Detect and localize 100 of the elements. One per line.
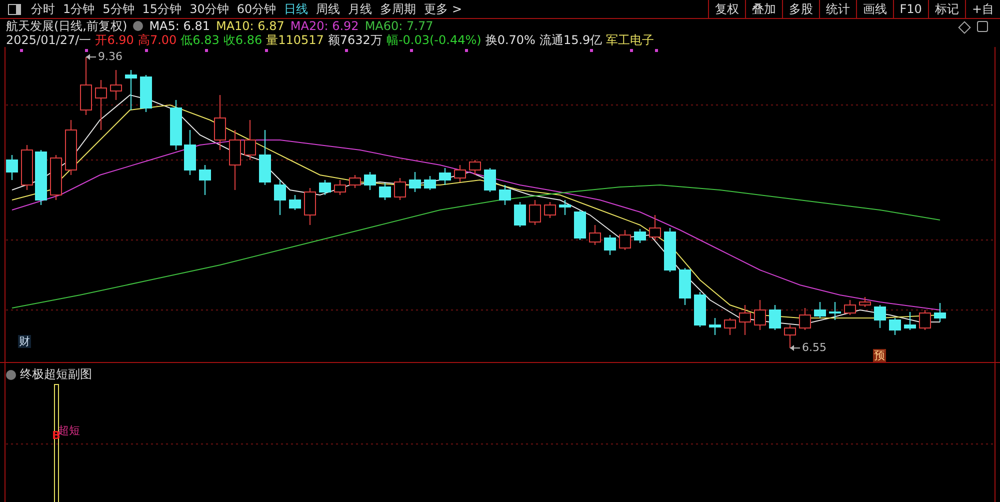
candlestick	[784, 324, 796, 348]
candlestick	[304, 188, 316, 226]
period-tab[interactable]: 更多 >	[420, 0, 466, 18]
candlestick	[229, 130, 241, 190]
ma-value: MA5: 6.81	[149, 19, 210, 33]
candlestick	[739, 304, 751, 336]
candlestick	[319, 180, 331, 196]
ma-value: MA20: 6.92	[290, 19, 359, 33]
candlestick	[454, 164, 466, 182]
candlestick	[244, 120, 256, 160]
candlestick	[289, 194, 301, 210]
ma-value: MA10: 6.87	[216, 19, 284, 33]
chevron-icon[interactable]	[6, 370, 16, 380]
quote-value: 军工电子	[606, 33, 654, 47]
candlestick	[919, 310, 931, 330]
candlestick	[65, 120, 77, 176]
candlestick	[859, 296, 871, 308]
tool-button[interactable]: +自	[964, 0, 1000, 18]
tool-button[interactable]: 画线	[856, 0, 893, 18]
candlestick	[199, 164, 211, 196]
tool-button[interactable]: 复权	[708, 0, 745, 18]
high-price-label: 9.36	[98, 50, 122, 63]
candlestick	[6, 154, 18, 180]
tool-button[interactable]: 标记	[928, 0, 965, 18]
period-tab[interactable]: 5分钟	[98, 0, 138, 18]
candlestick	[110, 70, 122, 100]
period-tab[interactable]: 15分钟	[138, 0, 186, 18]
candlestick	[439, 168, 451, 186]
low-price-label: 6.55	[802, 341, 826, 354]
candlestick	[799, 308, 811, 330]
candlestick	[529, 200, 541, 226]
high-arrow-icon	[86, 54, 96, 60]
candlestick	[80, 56, 92, 116]
candlestick	[619, 230, 631, 250]
candlestick	[514, 202, 526, 228]
candlestick	[679, 268, 691, 306]
candlestick	[889, 318, 901, 336]
panel-icon[interactable]	[977, 21, 988, 32]
period-tab[interactable]: 30分钟	[186, 0, 233, 18]
candlestick	[50, 154, 62, 200]
candlestick	[499, 184, 511, 206]
candlestick	[379, 182, 391, 200]
quote-value: 幅-0.03(-0.44%)	[386, 33, 482, 47]
period-tab[interactable]: 多周期	[376, 0, 420, 18]
quote-value: 收6.86	[223, 33, 262, 47]
candlestick	[709, 318, 721, 336]
candlestick	[349, 174, 361, 188]
candlestick	[604, 234, 616, 256]
period-tab[interactable]: 60分钟	[232, 0, 280, 18]
chevron-icon[interactable]	[133, 21, 144, 31]
quote-value: 量110517	[266, 33, 324, 47]
candlestick	[664, 228, 676, 272]
candlestick	[140, 74, 152, 112]
candlestick	[754, 300, 766, 330]
period-tab[interactable]: 日线	[280, 0, 312, 18]
tool-button[interactable]: 叠加	[744, 0, 782, 18]
finance-badge[interactable]: 财	[18, 335, 31, 348]
candlestick	[694, 292, 706, 328]
candlestick	[394, 178, 406, 200]
candlestick	[574, 210, 586, 240]
candlestick	[634, 228, 646, 244]
tool-button[interactable]: F10	[892, 0, 928, 18]
candlestick	[274, 180, 286, 216]
candlestick	[484, 168, 496, 192]
candlestick	[214, 94, 226, 150]
ma-value: MA60: 7.77	[364, 19, 434, 33]
quote-value: 低6.83	[180, 33, 220, 47]
candlestick	[844, 300, 856, 316]
subchart-title: 终极超短副图	[20, 366, 92, 383]
forecast-badge[interactable]: 预	[873, 349, 886, 362]
candlestick	[874, 304, 886, 328]
period-tab[interactable]: 1分钟	[59, 0, 99, 18]
candlestick	[649, 214, 661, 240]
candlestick	[589, 224, 601, 246]
candlestick	[184, 130, 196, 176]
quote-value: 额7632万	[328, 33, 382, 47]
tool-button[interactable]: 多股	[782, 0, 819, 18]
candlestick	[259, 130, 271, 186]
candlestick	[334, 180, 346, 196]
quote-value: 开6.90	[95, 33, 134, 47]
candlestick	[170, 100, 182, 150]
period-tab[interactable]: 月线	[344, 0, 376, 18]
candlestick	[769, 304, 781, 330]
candlestick	[829, 302, 841, 320]
period-tab[interactable]: 分时	[27, 0, 59, 18]
quote-value: 换0.70%	[485, 33, 536, 47]
candlestick	[409, 172, 421, 192]
candlestick	[35, 150, 47, 206]
candlestick	[469, 160, 481, 176]
period-tab[interactable]: 周线	[312, 0, 344, 18]
stock-title: 航天发展(日线,前复权)	[6, 19, 128, 33]
quote-value: 高7.00	[138, 33, 177, 47]
candlestick	[724, 318, 736, 336]
panel-toggle-icon[interactable]	[8, 4, 21, 14]
candlestick	[544, 202, 556, 218]
candlestick	[934, 302, 946, 322]
candlestick	[814, 302, 826, 318]
candlestick	[125, 70, 137, 110]
tool-button[interactable]: 统计	[818, 0, 856, 18]
candlestick	[21, 144, 33, 190]
